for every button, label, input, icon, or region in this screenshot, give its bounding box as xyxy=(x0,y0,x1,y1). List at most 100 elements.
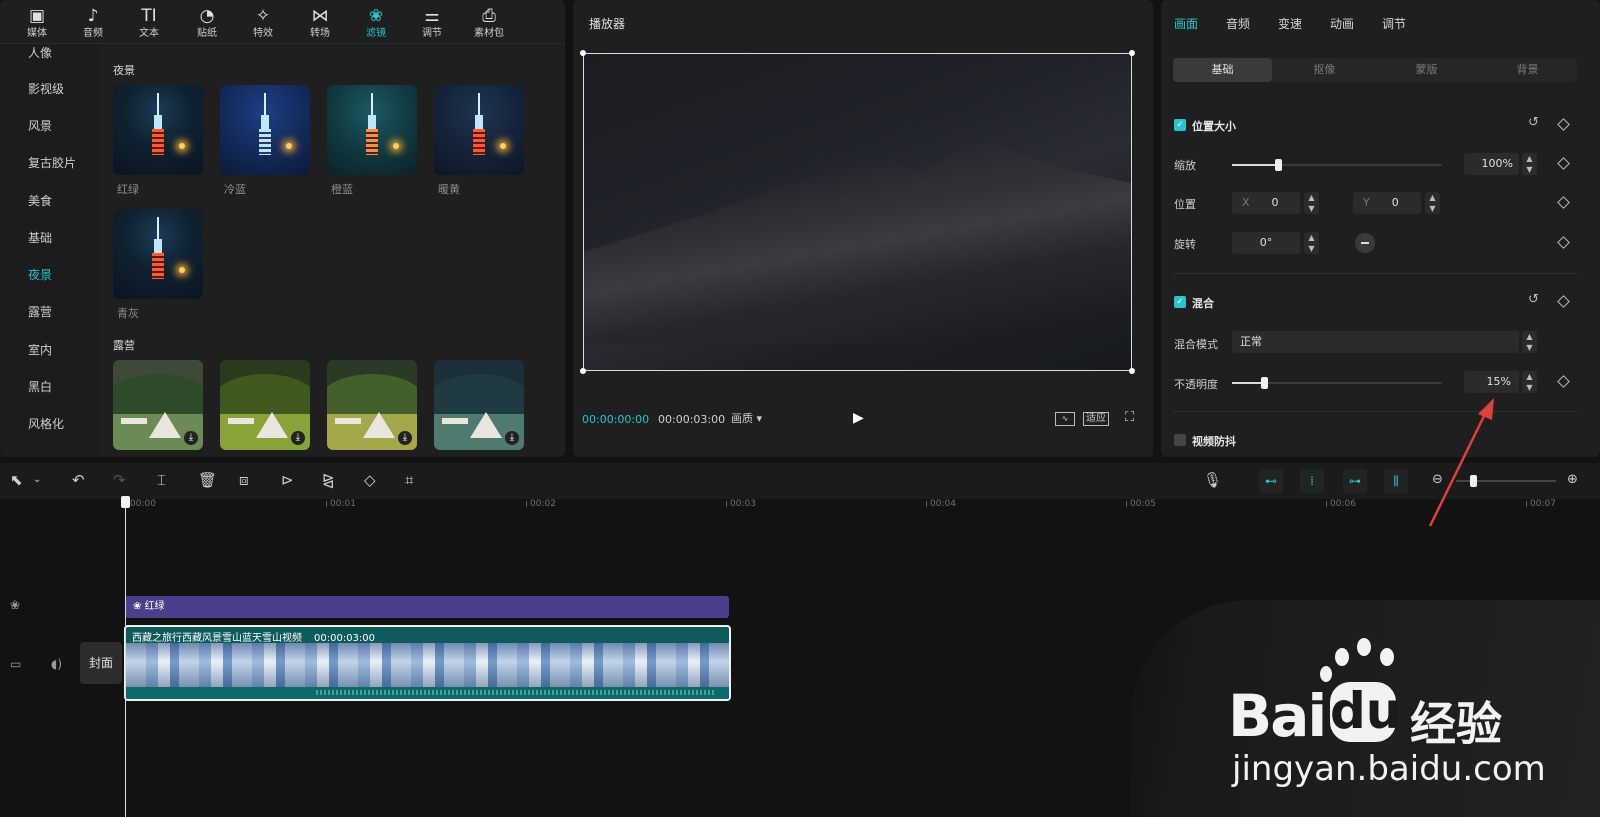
keyframe-icon[interactable] xyxy=(1557,118,1570,131)
rotate-icon[interactable]: ◇ xyxy=(364,471,376,489)
select-tool-icon[interactable]: ⬉ xyxy=(10,471,23,489)
slider-knob[interactable] xyxy=(1275,159,1283,171)
filter-thumb-camping[interactable]: ⤓ xyxy=(113,360,203,450)
scale-input[interactable]: 100% xyxy=(1464,153,1519,175)
reset-icon[interactable]: ↺ xyxy=(1528,292,1539,307)
quality-dropdown[interactable]: 画质 ▾ xyxy=(731,410,762,426)
mute-icon[interactable]: ◖) xyxy=(51,657,62,671)
filter-thumb-red-green[interactable] xyxy=(113,85,203,175)
tab-audio[interactable]: 音频 xyxy=(1226,15,1250,32)
category-stylized[interactable]: 风格化 xyxy=(28,415,64,432)
auto-snap-icon[interactable]: ⁞ xyxy=(1300,469,1324,493)
undo-icon[interactable]: ↶ xyxy=(72,471,85,489)
opacity-input[interactable]: 15% xyxy=(1464,371,1519,393)
keyframe-icon[interactable] xyxy=(1557,196,1570,209)
category-night[interactable]: 夜景 xyxy=(28,266,52,283)
waveform-icon[interactable]: ∿ xyxy=(1055,412,1075,426)
slider-knob[interactable] xyxy=(1470,475,1477,487)
tab-picture[interactable]: 画面 xyxy=(1174,15,1198,32)
tab-animation[interactable]: 动画 xyxy=(1330,15,1354,32)
zoom-in-icon[interactable]: ⊕ xyxy=(1567,472,1578,487)
playhead[interactable] xyxy=(121,496,130,817)
category-bw[interactable]: 黑白 xyxy=(28,378,52,395)
tab-transition[interactable]: ⋈ 转场 xyxy=(293,4,347,40)
tab-package[interactable]: ⎙ 素材包 xyxy=(462,4,516,40)
video-preview[interactable] xyxy=(583,53,1132,371)
x-input[interactable]: X0 xyxy=(1232,192,1300,214)
filter-thumb-camping[interactable]: ⤓ xyxy=(434,360,524,450)
time-ruler[interactable]: 00:00 00:01 00:02 00:03 00:04 00:05 00:0… xyxy=(0,499,1600,515)
subtab-basic[interactable]: 基础 xyxy=(1173,58,1272,82)
blend-mode-select[interactable]: 正常 xyxy=(1232,331,1519,353)
position-size-checkbox[interactable]: ✓ xyxy=(1174,119,1186,131)
tab-effects[interactable]: ✧ 特效 xyxy=(236,4,290,40)
play-icon[interactable]: ▶ xyxy=(853,410,864,426)
keyframe-icon[interactable] xyxy=(1557,236,1570,249)
subtab-background[interactable]: 背景 xyxy=(1478,58,1577,82)
rotate-stepper[interactable]: ▲ ▼ xyxy=(1304,232,1319,254)
mirror-icon[interactable]: ⧎ xyxy=(322,471,335,489)
opacity-stepper[interactable]: ▲ ▼ xyxy=(1522,371,1537,393)
filter-thumb-cyan-gray[interactable] xyxy=(113,209,203,299)
scale-slider[interactable] xyxy=(1232,159,1442,171)
resize-handle[interactable] xyxy=(580,368,586,374)
linkage-icon[interactable]: ⊶ xyxy=(1343,469,1367,493)
category-indoor[interactable]: 室内 xyxy=(28,341,52,358)
resize-handle[interactable] xyxy=(1129,50,1135,56)
keyframe-icon[interactable] xyxy=(1557,157,1570,170)
freeze-icon[interactable]: ⧈ xyxy=(239,471,249,489)
reverse-icon[interactable]: ⊳ xyxy=(281,471,294,489)
fullscreen-icon[interactable]: ⛶ xyxy=(1125,410,1134,425)
tab-text[interactable]: TI 文本 xyxy=(122,4,176,40)
download-icon[interactable]: ⤓ xyxy=(398,431,412,445)
filter-thumb-cold-blue[interactable] xyxy=(220,85,310,175)
x-stepper[interactable]: ▲ ▼ xyxy=(1304,192,1319,214)
microphone-icon[interactable]: 🎙 xyxy=(1203,471,1222,489)
blend-checkbox[interactable]: ✓ xyxy=(1174,296,1186,308)
preview-axis-icon[interactable]: ⫼ xyxy=(1384,469,1408,493)
category-basic[interactable]: 基础 xyxy=(28,229,52,246)
category-landscape[interactable]: 风景 xyxy=(28,117,52,134)
video-clip[interactable]: 西藏之旅行西藏风景雪山蓝天雪山视频 00:00:03:00 xyxy=(124,625,731,701)
tab-adjust[interactable]: ⚌ 调节 xyxy=(405,4,459,40)
rotate-input[interactable]: 0° xyxy=(1232,232,1300,254)
blend-mode-stepper[interactable]: ▲ ▼ xyxy=(1522,331,1537,353)
filter-clip[interactable]: ❀ 红绿 xyxy=(125,596,729,618)
y-stepper[interactable]: ▲ ▼ xyxy=(1425,192,1440,214)
slider-knob[interactable] xyxy=(1260,377,1268,389)
subtab-mask[interactable]: 蒙版 xyxy=(1377,58,1476,82)
fit-button[interactable]: 适应 xyxy=(1083,412,1109,426)
filter-thumb-camping[interactable]: ⤓ xyxy=(327,360,417,450)
scale-stepper[interactable]: ▲ ▼ xyxy=(1522,153,1537,175)
tab-media[interactable]: ▣ 媒体 xyxy=(10,4,64,40)
category-food[interactable]: 美食 xyxy=(28,192,52,209)
delete-icon[interactable]: 🗑 xyxy=(198,471,217,489)
resize-handle[interactable] xyxy=(580,50,586,56)
split-icon[interactable]: ⌶ xyxy=(157,471,166,489)
y-input[interactable]: Y0 xyxy=(1353,192,1421,214)
category-retro-film[interactable]: 复古胶片 xyxy=(28,154,76,171)
tab-adjust[interactable]: 调节 xyxy=(1382,15,1406,32)
keyframe-icon[interactable] xyxy=(1557,295,1570,308)
reset-icon[interactable]: ↺ xyxy=(1528,115,1539,130)
download-icon[interactable]: ⤓ xyxy=(505,431,519,445)
cover-button[interactable]: 封面 xyxy=(80,642,122,684)
tab-audio[interactable]: ♪ 音频 xyxy=(66,4,120,40)
opacity-slider[interactable] xyxy=(1232,377,1442,389)
filter-thumb-orange-blue[interactable] xyxy=(327,85,417,175)
crop-icon[interactable]: ⌗ xyxy=(405,471,413,489)
filter-thumb-camping[interactable]: ⤓ xyxy=(220,360,310,450)
main-track-magnet-icon[interactable]: ⊷ xyxy=(1259,469,1283,493)
category-cinematic[interactable]: 影视级 xyxy=(28,80,64,97)
category-portrait[interactable]: 人像 xyxy=(28,44,52,61)
zoom-out-icon[interactable]: ⊖ xyxy=(1432,472,1443,487)
stabilize-checkbox[interactable] xyxy=(1174,434,1186,446)
tab-sticker[interactable]: ◔ 贴纸 xyxy=(180,4,234,40)
chevron-down-icon[interactable]: ⌄ xyxy=(33,474,41,485)
filter-thumb-warm-yellow[interactable] xyxy=(434,85,524,175)
tab-speed[interactable]: 变速 xyxy=(1278,15,1302,32)
tab-filter[interactable]: ❀ 滤镜 xyxy=(349,4,403,40)
keyframe-icon[interactable] xyxy=(1557,375,1570,388)
download-icon[interactable]: ⤓ xyxy=(184,431,198,445)
redo-icon[interactable]: ↷ xyxy=(113,471,126,489)
